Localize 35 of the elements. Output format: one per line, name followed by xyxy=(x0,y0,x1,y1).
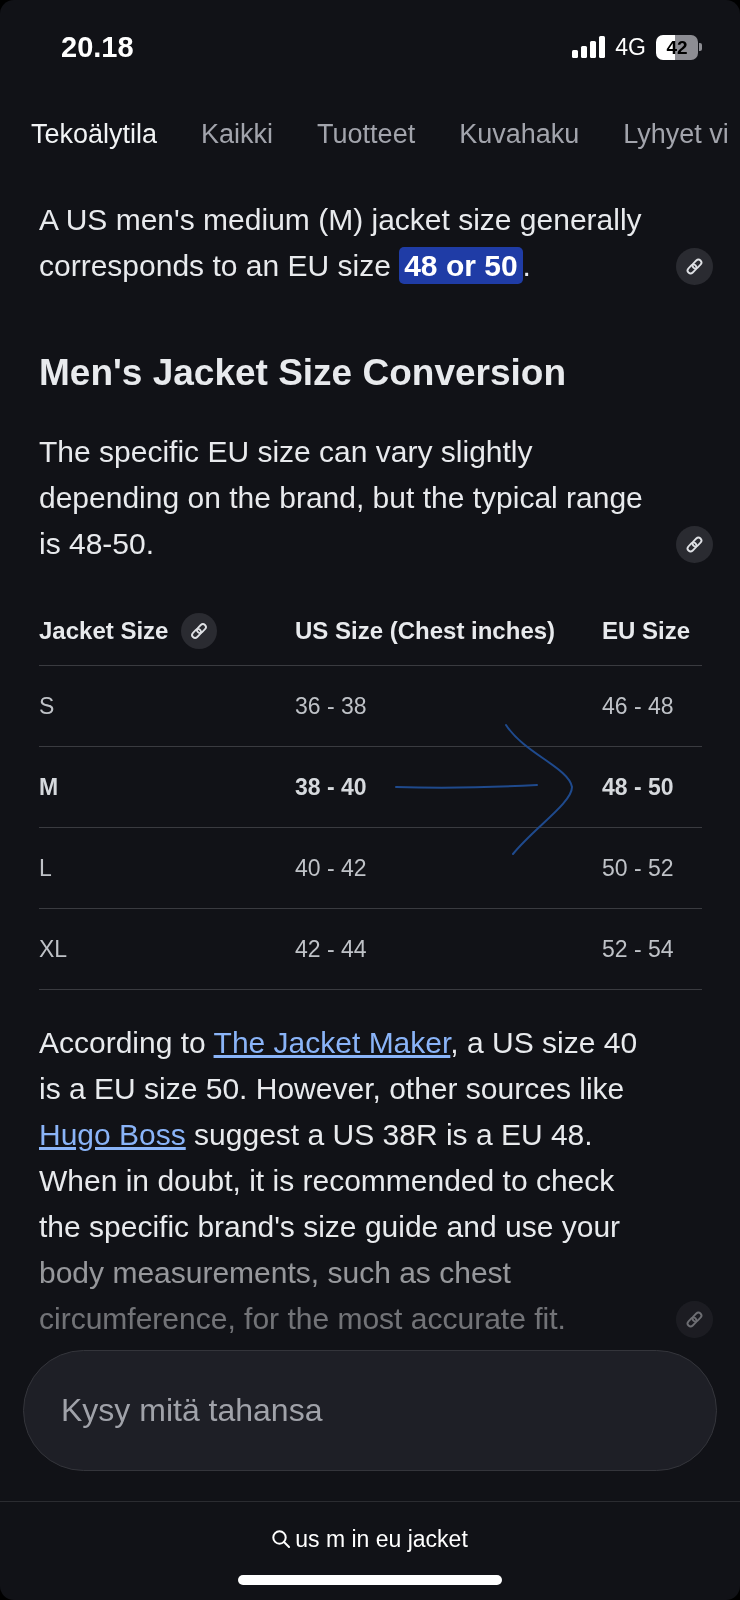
table-cell-text: 36 - 38 xyxy=(295,692,368,720)
table-cell-text: L xyxy=(39,854,53,882)
tab[interactable]: Kaikki xyxy=(201,118,274,150)
source-link[interactable]: Hugo Boss xyxy=(39,1118,186,1151)
table-cell-text: 40 - 42 xyxy=(295,854,368,882)
status-time: 20.18 xyxy=(61,30,134,64)
link-icon[interactable] xyxy=(676,248,713,285)
table-cell-text: M xyxy=(39,773,60,801)
table-cell-text: 46 - 48 xyxy=(602,692,675,720)
column-header: EU Size xyxy=(602,616,691,645)
ask-input-field[interactable]: Kysy mitä tahansa xyxy=(23,1350,717,1471)
table-cell-text: 38 - 40 xyxy=(295,773,368,801)
tab[interactable]: Tuotteet xyxy=(317,118,416,150)
answer-text: According to The Jacket Maker, a US size 40 is a EU size 50. However, other sources like Hugo Boss suggest a US 38R is a EU 48. When in doubt, it is recommended to check the specific brand's size guide and use your body measurements, such as chest circumference, for the most accurate fit. xyxy=(39,1025,639,1337)
table-cell-text: 50 - 52 xyxy=(602,854,675,882)
tab[interactable]: Lyhyet vi xyxy=(623,118,729,150)
link-icon[interactable] xyxy=(181,612,218,649)
table-cell-text: 52 - 54 xyxy=(602,935,675,963)
link-icon[interactable] xyxy=(676,526,713,563)
tab[interactable]: Tekoälytila xyxy=(31,118,158,150)
signal-icon xyxy=(572,36,606,58)
table-cell-text: 48 - 50 xyxy=(602,773,675,801)
section-heading: Men's Jacket Size Conversion xyxy=(39,351,567,395)
answer-text: A US men's medium (M) jacket size generally corresponds to an EU size 48 or 50 . xyxy=(39,202,643,286)
table-cell-text: S xyxy=(39,692,56,720)
table-cell-text: XL xyxy=(39,935,69,963)
network-type: 4G xyxy=(615,33,646,61)
column-header: Jacket Size xyxy=(39,616,169,645)
column-header: US Size (Chest inches) xyxy=(295,616,556,645)
search-query-button[interactable]: us m in eu jacket xyxy=(272,1524,468,1554)
source-link[interactable]: The Jacket Maker xyxy=(213,1026,451,1059)
tab[interactable]: Kuvahaku xyxy=(459,118,580,150)
answer-text: The specific EU size can vary slightly depending on the brand, but the typical range is 48-50. xyxy=(39,434,644,562)
search-icon xyxy=(272,1530,291,1548)
table-cell-text: 42 - 44 xyxy=(295,935,368,963)
